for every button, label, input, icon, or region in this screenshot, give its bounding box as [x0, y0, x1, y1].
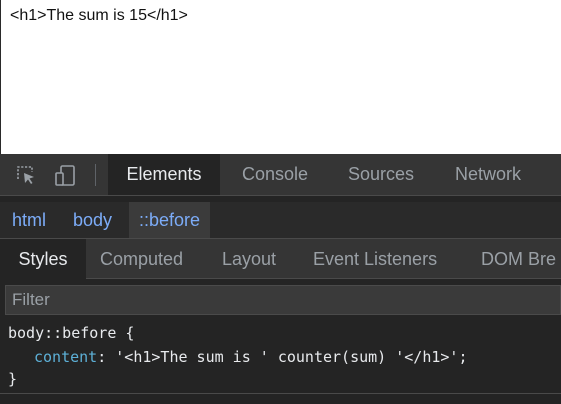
device-toggle-icon[interactable] — [54, 164, 76, 186]
breadcrumb-before[interactable]: ::before — [129, 202, 211, 238]
breadcrumb-html[interactable]: html — [12, 202, 46, 238]
property-separator: : — [97, 348, 116, 366]
subtab-styles[interactable]: Styles — [0, 239, 86, 279]
breadcrumb: html body ::before — [0, 202, 561, 238]
rule-selector[interactable]: body::before { — [8, 322, 134, 344]
tab-sources[interactable]: Sources — [348, 154, 414, 195]
subtab-computed[interactable]: Computed — [100, 239, 183, 279]
styles-subtabs: Styles Computed Layout Event Listeners D… — [0, 238, 561, 279]
page-text: <h1>The sum is 15</h1> — [10, 7, 188, 24]
rule-declaration[interactable]: content: '<h1>The sum is ' counter(sum) … — [34, 346, 467, 368]
style-rule: body::before { content: '<h1>The sum is … — [0, 320, 561, 394]
subtab-event-listeners[interactable]: Event Listeners — [313, 239, 437, 279]
page-left-edge — [0, 0, 1, 154]
property-value[interactable]: '<h1>The sum is ' counter(sum) '</h1>'; — [115, 348, 467, 366]
devtools-panel: Elements Console Sources Network html bo… — [0, 154, 561, 404]
filter-input[interactable] — [6, 286, 560, 314]
subtab-dom-breakpoints[interactable]: DOM Bre — [481, 239, 556, 279]
subtab-layout[interactable]: Layout — [222, 239, 276, 279]
filter-box — [5, 285, 561, 315]
toolbar-separator — [95, 164, 96, 186]
property-name[interactable]: content — [34, 348, 97, 366]
devtools-toolbar: Elements Console Sources Network — [0, 154, 561, 196]
tab-elements[interactable]: Elements — [108, 154, 220, 195]
tab-console[interactable]: Console — [242, 154, 308, 195]
tab-network[interactable]: Network — [455, 154, 521, 195]
breadcrumb-body[interactable]: body — [73, 202, 112, 238]
rule-close-brace: } — [8, 370, 18, 388]
inspect-element-icon[interactable] — [15, 164, 37, 186]
